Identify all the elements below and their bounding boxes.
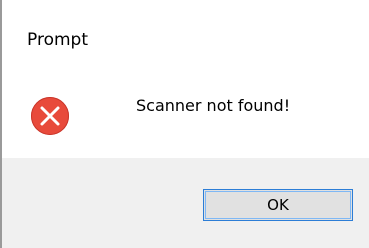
window-title: Prompt: [27, 30, 88, 50]
dialog-footer: OK: [2, 158, 369, 248]
prompt-dialog: Prompt Scanner not found! OK: [0, 0, 369, 248]
dialog-content: Scanner not found!: [2, 82, 369, 158]
dialog-message: Scanner not found!: [136, 96, 291, 115]
error-icon: [31, 97, 69, 135]
title-bar[interactable]: Prompt: [2, 0, 369, 82]
ok-button[interactable]: OK: [203, 189, 353, 221]
